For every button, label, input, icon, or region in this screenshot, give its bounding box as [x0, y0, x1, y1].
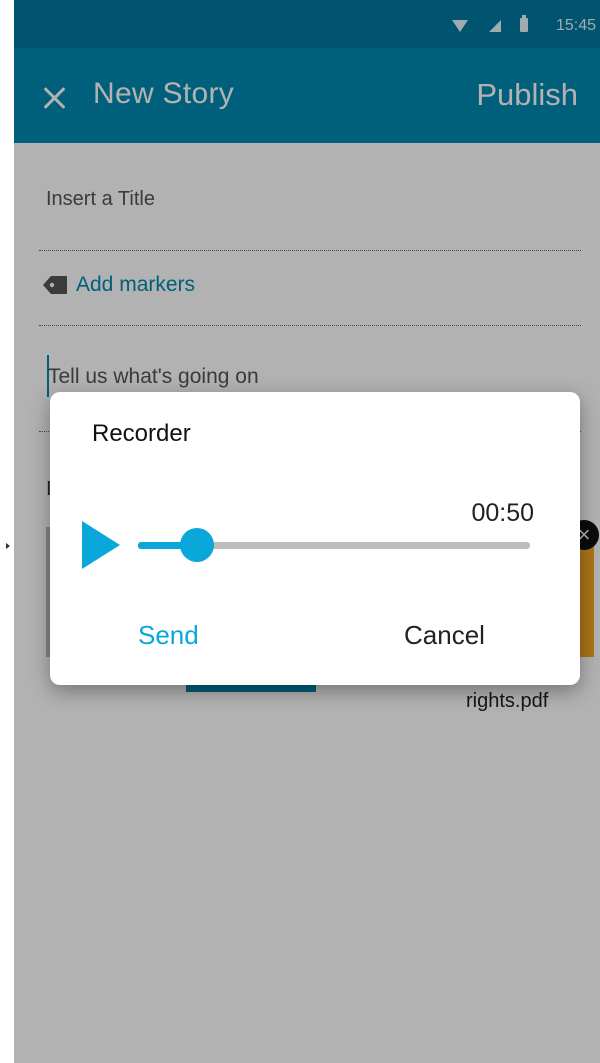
- playback-slider[interactable]: [138, 528, 530, 562]
- play-icon[interactable]: [82, 521, 120, 569]
- app-screen: 15:45 New Story Publish Insert a Title A…: [14, 0, 600, 1063]
- recorder-dialog: Recorder 00:50 Send Cancel: [50, 392, 580, 685]
- elapsed-time: 00:50: [471, 499, 534, 527]
- edge-marker: [6, 543, 10, 549]
- dialog-title: Recorder: [92, 420, 191, 447]
- slider-thumb[interactable]: [179, 528, 214, 562]
- cancel-button[interactable]: Cancel: [404, 620, 485, 651]
- send-button[interactable]: Send: [138, 620, 199, 651]
